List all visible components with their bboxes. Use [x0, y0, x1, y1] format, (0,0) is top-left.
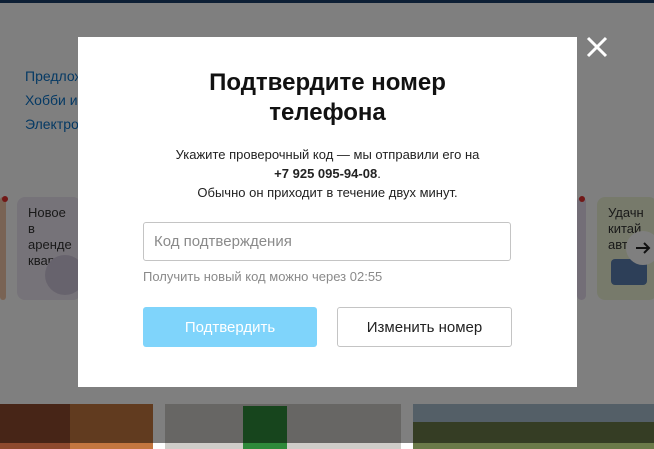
phone-confirm-dialog: Подтвердите номер телефона Укажите прове…: [78, 37, 577, 387]
description-hint: Обычно он приходит в течение двух минут.: [197, 185, 458, 200]
modal-close-button[interactable]: [585, 35, 609, 59]
phone-suffix: .: [377, 166, 381, 181]
phone-number: +7 925 095-94-08: [274, 166, 378, 181]
dialog-title: Подтвердите номер телефона: [78, 68, 577, 128]
resend-timer-text: Получить новый код можно через 02:55: [143, 269, 383, 284]
phone-line: +7 925 095-94-08.: [78, 164, 577, 183]
dialog-description: Укажите проверочный код — мы отправили е…: [78, 145, 577, 202]
change-number-button[interactable]: Изменить номер: [337, 307, 512, 347]
dialog-title-line: телефона: [269, 99, 386, 126]
description-text: Укажите проверочный код — мы отправили е…: [175, 147, 480, 162]
close-icon: [586, 36, 608, 58]
confirmation-code-input[interactable]: [143, 222, 511, 261]
confirm-button[interactable]: Подтвердить: [143, 307, 317, 347]
dialog-title-line: Подтвердите номер: [209, 69, 446, 96]
